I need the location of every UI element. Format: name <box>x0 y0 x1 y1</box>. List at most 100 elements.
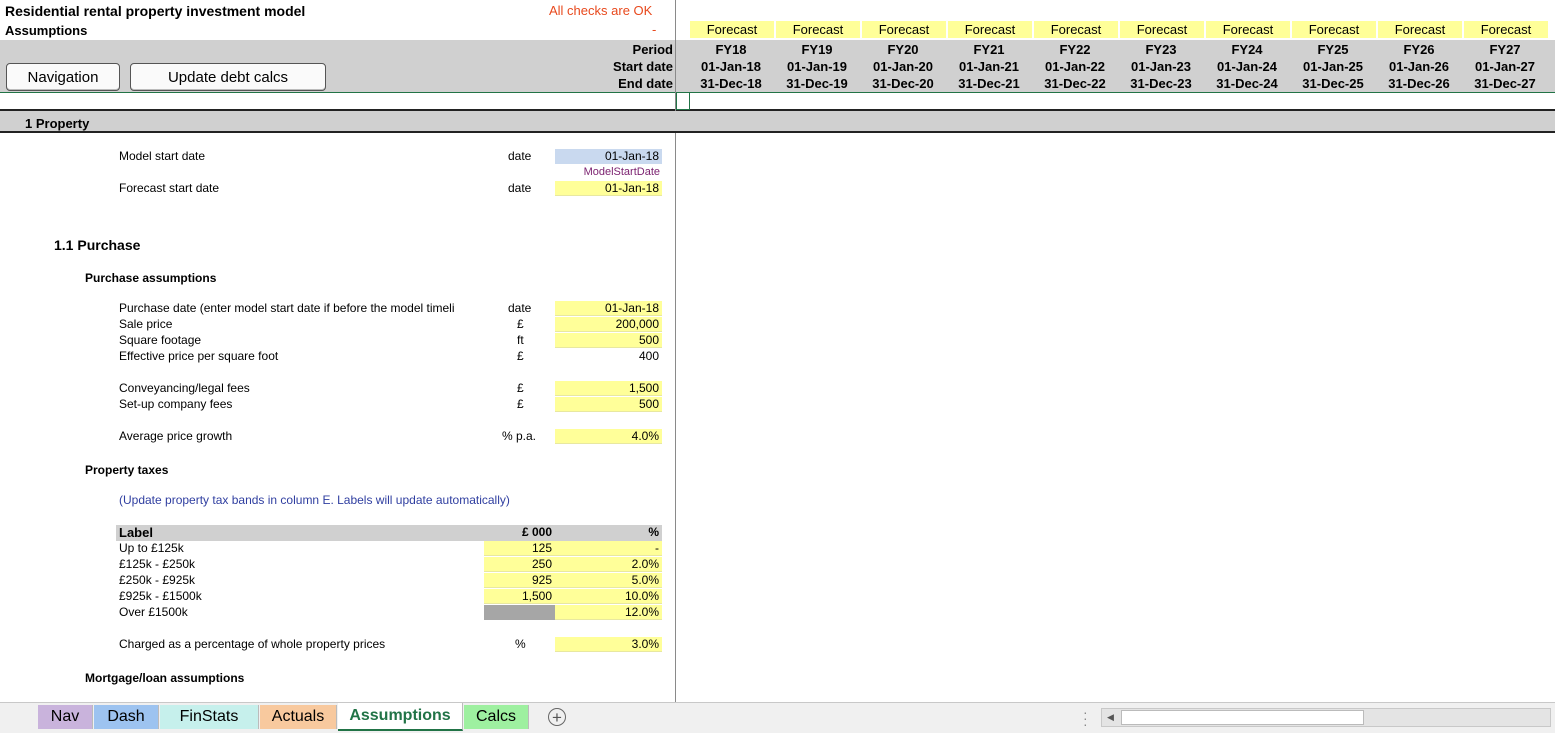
tax-band-threshold[interactable] <box>484 605 555 620</box>
purchase-row-label: Sale price <box>119 317 173 331</box>
model-start-input[interactable]: 01-Jan-18 <box>555 149 662 164</box>
timeline-fy: FY25 <box>1317 42 1349 57</box>
tax-band-threshold[interactable]: 1,500 <box>484 589 555 604</box>
update-debt-calcs-button[interactable]: Update debt calcs <box>130 63 326 91</box>
tax-note: (Update property tax bands in column E. … <box>119 493 510 507</box>
plus-circle-icon[interactable]: + <box>548 708 566 726</box>
fee-row-unit: £ <box>517 381 524 395</box>
tax-band-rate[interactable]: 12.0% <box>555 605 662 620</box>
sheet-tab-assumptions[interactable]: Assumptions <box>338 703 463 731</box>
forecast-start-unit: date <box>508 181 532 195</box>
model-start-label: Model start date <box>119 149 206 163</box>
sheet-tab-dash[interactable]: Dash <box>94 705 159 729</box>
timeline-start: 01-Jan-27 <box>1475 59 1535 74</box>
purchase-row-label: Square footage <box>119 333 202 347</box>
tax-band-label: Up to £125k <box>119 541 184 555</box>
end-date-label: End date <box>618 76 673 91</box>
sheet-tab-calcs[interactable]: Calcs <box>464 705 529 729</box>
tax-head-band: £ 000 <box>521 525 552 539</box>
purchase-row-label: Purchase date (enter model start date if… <box>119 301 455 315</box>
forecast-start-label: Forecast start date <box>119 181 220 195</box>
timeline-start: 01-Jan-22 <box>1045 59 1105 74</box>
model-title: Residential rental property investment m… <box>5 3 306 19</box>
sheet-tab-bar: Nav Dash FinStats Actuals Assumptions Calcs +… <box>0 702 1555 733</box>
horizontal-scrollbar[interactable]: ◀ <box>1101 708 1551 727</box>
selected-cell[interactable] <box>676 92 690 110</box>
tax-band-rate[interactable]: 10.0% <box>555 589 662 604</box>
timeline-end: 31-Dec-24 <box>1216 76 1278 91</box>
section-title: 1 Property <box>25 116 90 131</box>
model-start-unit: date <box>508 149 532 163</box>
charged-label: Charged as a percentage of whole propert… <box>119 637 386 651</box>
timeline-start: 01-Jan-23 <box>1131 59 1191 74</box>
purchase-row-unit: £ <box>517 317 524 331</box>
freeze-pane-divider <box>675 0 676 702</box>
scroll-left-icon[interactable]: ◀ <box>1102 709 1119 726</box>
forecast-start-input[interactable]: 01-Jan-18 <box>555 181 662 196</box>
timeline-end: 31-Dec-19 <box>786 76 848 91</box>
tax-head-label: Label <box>119 525 153 540</box>
timeline-fy: FY21 <box>973 42 1005 57</box>
timeline-end: 31-Dec-20 <box>872 76 934 91</box>
purchase-row-label: Effective price per square foot <box>119 349 279 363</box>
checks-dash: - <box>652 22 657 37</box>
growth-input[interactable]: 4.0% <box>555 429 662 444</box>
selected-row[interactable] <box>0 92 1555 111</box>
start-date-label: Start date <box>613 59 673 74</box>
tax-band-rate[interactable]: - <box>555 541 662 556</box>
timeline-start: 01-Jan-25 <box>1303 59 1363 74</box>
tax-band-label: £250k - £925k <box>119 573 196 587</box>
purchase-row-value[interactable]: 500 <box>555 333 662 348</box>
sheet-subtitle: Assumptions <box>5 23 88 38</box>
timeline-fy: FY26 <box>1403 42 1435 57</box>
sheet-tab-nav[interactable]: Nav <box>38 705 93 729</box>
tax-band-label: Over £1500k <box>119 605 188 619</box>
charged-input[interactable]: 3.0% <box>555 637 662 652</box>
timeline-fy: FY22 <box>1059 42 1091 57</box>
timeline-fy: FY19 <box>801 42 833 57</box>
timeline-end: 31-Dec-27 <box>1474 76 1536 91</box>
timeline-start: 01-Jan-24 <box>1217 59 1277 74</box>
purchase-row-unit: £ <box>517 349 524 363</box>
tax-band-threshold[interactable]: 925 <box>484 573 555 588</box>
timeline-header: Forecast FY18 01-Jan-18 31-Dec-18 Forecast FY… <box>690 0 1555 92</box>
navigation-button[interactable]: Navigation <box>6 63 120 91</box>
tax-band-threshold[interactable]: 250 <box>484 557 555 572</box>
sheet-tab-finstats[interactable]: FinStats <box>160 705 259 729</box>
timeline-end: 31-Dec-22 <box>1044 76 1106 91</box>
timeline-flag: Forecast <box>1378 21 1462 38</box>
fee-row-unit: £ <box>517 397 524 411</box>
split-handle-icon[interactable]: · · · <box>1083 705 1088 731</box>
tax-head-pct: % <box>648 525 659 539</box>
fee-row-label: Conveyancing/legal fees <box>119 381 250 395</box>
tax-band-label: £925k - £1500k <box>119 589 202 603</box>
timeline-flag: Forecast <box>1206 21 1290 38</box>
period-label: Period <box>632 42 673 57</box>
tax-band-label: £125k - £250k <box>119 557 196 571</box>
timeline-flag: Forecast <box>1464 21 1548 38</box>
timeline-flag: Forecast <box>1120 21 1204 38</box>
sheet-tab-actuals[interactable]: Actuals <box>260 705 337 729</box>
tax-band-rate[interactable]: 5.0% <box>555 573 662 588</box>
tax-band-threshold[interactable]: 125 <box>484 541 555 556</box>
timeline-start: 01-Jan-19 <box>787 59 847 74</box>
fee-row-value[interactable]: 500 <box>555 397 662 412</box>
section-bar <box>0 111 1555 133</box>
timeline-flag: Forecast <box>862 21 946 38</box>
tax-band-rate[interactable]: 2.0% <box>555 557 662 572</box>
property-taxes-title: Property taxes <box>85 463 169 477</box>
timeline-end: 31-Dec-21 <box>958 76 1020 91</box>
timeline-end: 31-Dec-26 <box>1388 76 1450 91</box>
scroll-thumb[interactable] <box>1121 710 1364 725</box>
purchase-row-value[interactable]: 200,000 <box>555 317 662 332</box>
timeline-fy: FY20 <box>887 42 919 57</box>
fee-row-value[interactable]: 1,500 <box>555 381 662 396</box>
timeline-start: 01-Jan-21 <box>959 59 1019 74</box>
timeline-flag: Forecast <box>690 21 774 38</box>
tab-strip: Nav Dash FinStats Actuals Assumptions Calcs <box>38 703 529 733</box>
timeline-fy: FY23 <box>1145 42 1177 57</box>
timeline-start: 01-Jan-20 <box>873 59 933 74</box>
purchase-row-value[interactable]: 01-Jan-18 <box>555 301 662 316</box>
timeline-flag: Forecast <box>1034 21 1118 38</box>
purchase-assumptions-title: Purchase assumptions <box>85 271 217 285</box>
